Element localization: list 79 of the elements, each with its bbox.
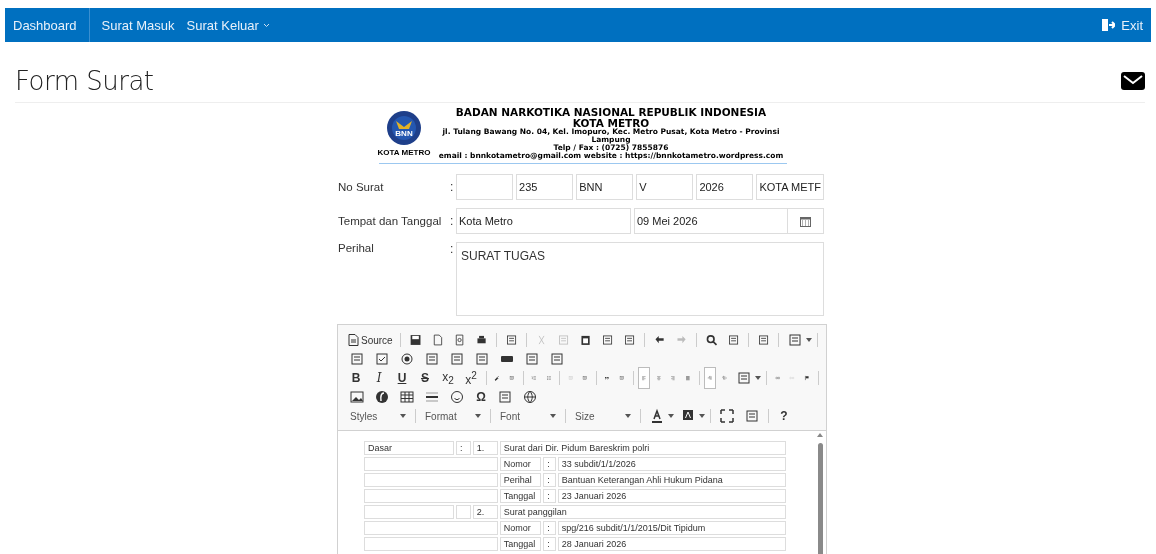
help-button[interactable]: ? [774,406,794,426]
chevron-down-icon [262,22,270,28]
table-cell: Surat panggilan [499,505,786,519]
colon: : [450,180,455,194]
table-cell: Surat dari Dir. Pidum Bareskrim polri [499,441,786,455]
nav-dropdown[interactable]: Surat Keluar [180,8,276,42]
scroll-up-icon[interactable] [817,433,823,437]
table-cell: : [543,457,556,471]
caret-icon[interactable] [755,376,762,380]
exit-link[interactable]: Exit [1102,17,1151,33]
table-cell: Dasar [364,441,455,455]
caret-icon[interactable] [668,414,674,418]
caret-icon [550,414,556,418]
calendar-button[interactable] [788,208,824,234]
italic-button[interactable]: I [369,368,389,388]
table-cell: Nomor [499,521,542,535]
table-cell: Tanggal [499,537,542,551]
table-cell: 23 Januari 2026 [557,489,786,503]
underline-button[interactable]: U [392,368,412,388]
table-cell: : [543,521,556,535]
table-cell: : [543,537,556,551]
source-button[interactable]: Source [346,332,395,348]
table-cell [456,505,471,519]
colon: : [450,214,455,228]
date-field[interactable]: 09 Mei 2026 [634,208,788,234]
input-field[interactable] [456,174,514,200]
table-cell: Nomor [499,457,542,471]
field-label: No Surat [338,181,385,193]
letterhead-line: KOTA METRO [571,118,650,128]
input-field[interactable]: BNN [576,174,634,200]
nav-link[interactable]: Dashboard [5,8,90,42]
input-field[interactable]: V [636,174,694,200]
logo-caption: KOTA METRO [377,148,431,157]
input-field[interactable]: 2026 [696,174,754,200]
letterhead-line: BADAN NARKOTIKA NASIONAL REPUBLIK INDONESIA [454,107,768,118]
table-cell: 2. [472,505,498,519]
input-field[interactable]: KOTA METF [756,174,824,200]
special-character-button[interactable]: Ω [471,387,491,407]
table-cell: 33 subdit/1/1/2026 [557,457,786,471]
table-cell: : [456,441,471,455]
table-cell: Tanggal [499,489,542,503]
bold-button[interactable]: B [346,368,366,388]
envelope-icon[interactable] [1121,72,1145,90]
logo-text: BNN [394,129,414,138]
scrollbar-thumb[interactable] [818,443,823,554]
left-to-right-icon[interactable] [704,367,716,389]
nav-link[interactable]: Surat Masuk [95,8,181,42]
eagle-emblem-drawing [386,110,422,146]
exit-door-icon [1102,19,1116,31]
editor-content-area[interactable] [338,431,826,554]
caret-icon [400,414,406,418]
table-cell: : [543,489,556,503]
format-dropdown[interactable]: Format [421,410,485,422]
caret-icon [625,414,631,418]
font-dropdown[interactable]: Font [496,410,560,422]
subscript-button[interactable]: x$_{2}$ [438,366,458,390]
field-label: Perihal [338,242,375,254]
subject-textarea[interactable]: SURAT TUGAS [456,242,824,316]
superscript-button[interactable]: x$^{2}$ [461,366,481,390]
strikethrough-button[interactable]: S [415,368,435,388]
caret-icon[interactable] [699,414,705,418]
caret-icon[interactable] [806,338,812,342]
table-cell: Perihal [499,473,542,487]
calendar-icon [800,215,811,227]
table-cell: spg/216 subdit/1/1/2015/Dit Tipidum [557,521,786,535]
table-cell: 28 Januari 2026 [557,537,786,551]
place-field[interactable]: Kota Metro [456,208,631,234]
colon: : [450,242,455,256]
page-title: Form Surat [15,66,154,96]
styles-dropdown[interactable]: Styles [346,410,410,422]
size-dropdown[interactable]: Size [571,410,635,422]
input-field[interactable]: 235 [516,174,574,200]
table-cell: 1. [472,441,498,455]
align-left-icon[interactable] [638,367,650,389]
document-icon [348,334,359,346]
table-cell: Bantuan Keterangan Ahli Hukum Pidana [557,473,786,487]
field-label: Tempat dan Tanggal [338,215,443,227]
table-cell: : [543,473,556,487]
caret-icon [475,414,481,418]
